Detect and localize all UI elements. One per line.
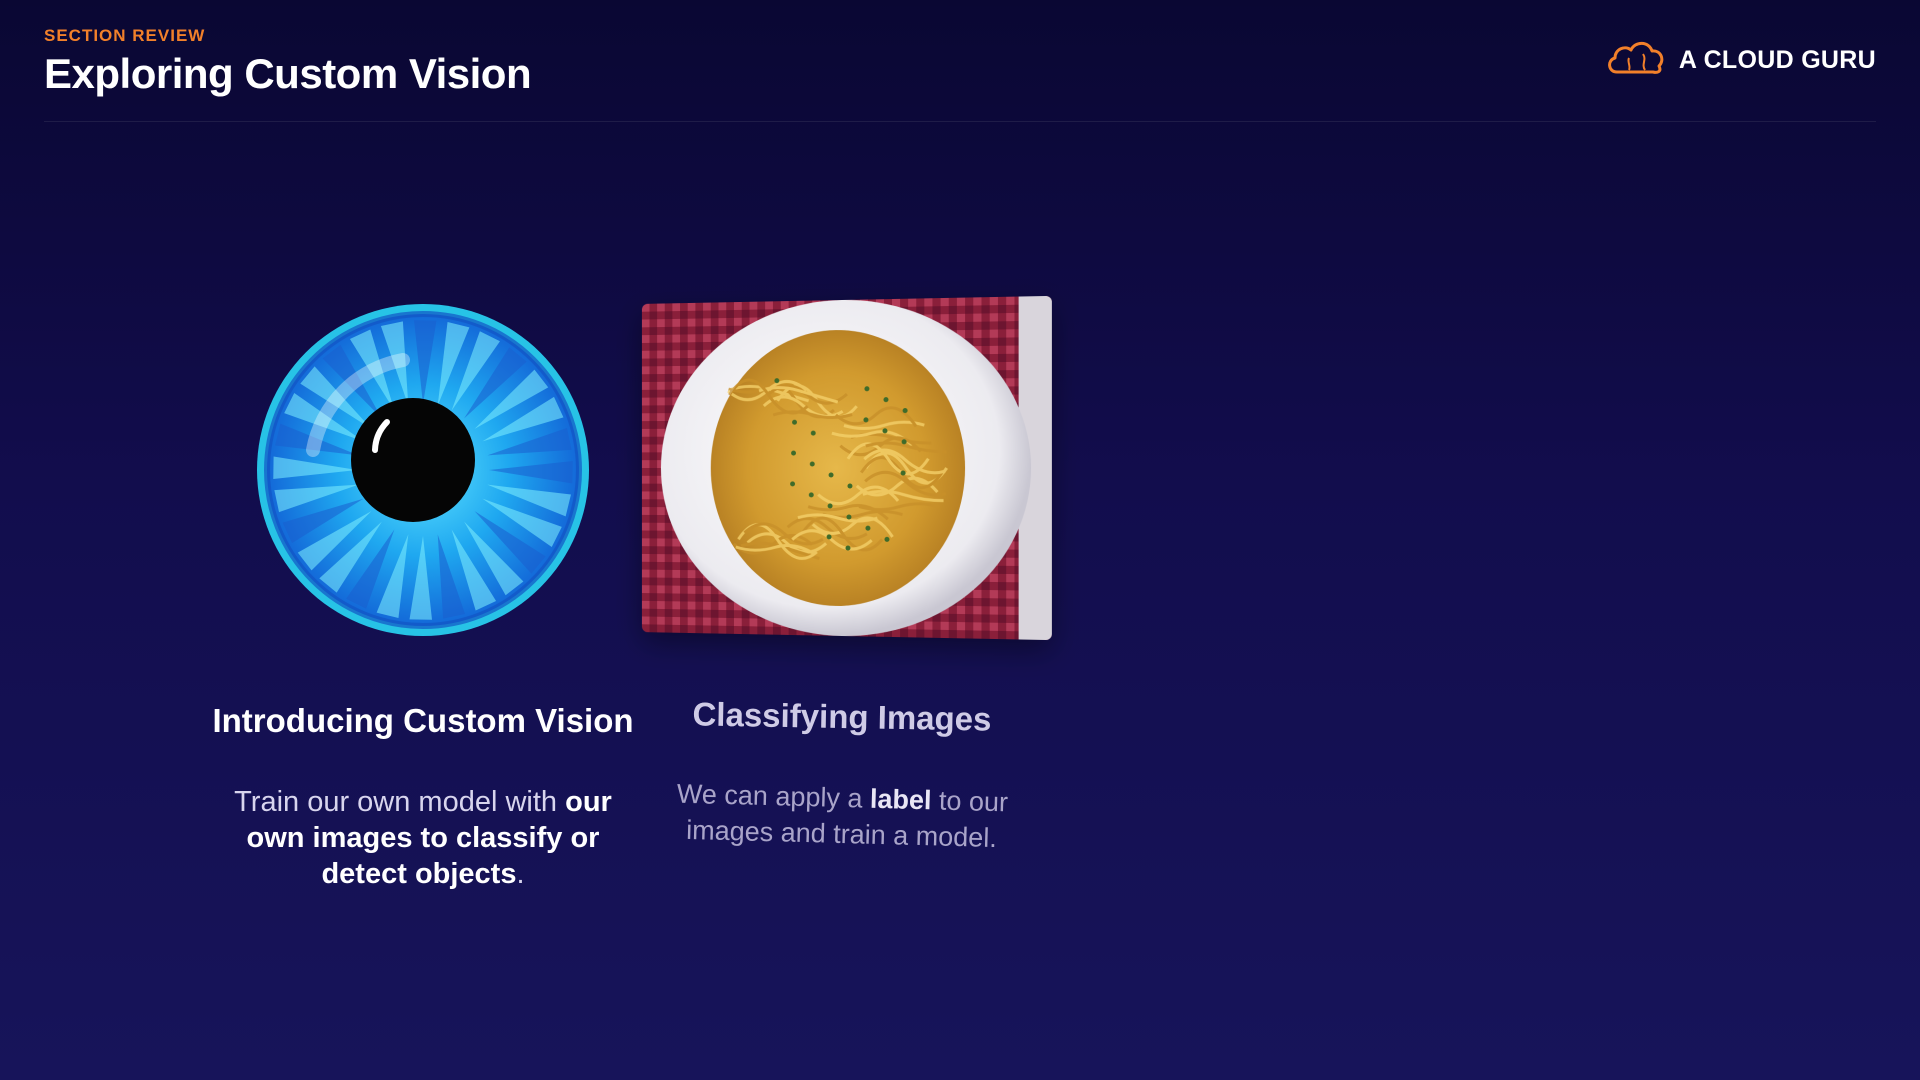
slide-title: Exploring Custom Vision: [44, 50, 532, 97]
card-heading: Classifying Images: [692, 695, 992, 738]
body-text: We can apply a: [676, 778, 871, 814]
body-text: Train our own model with: [234, 786, 566, 818]
brand-name: A CLOUD GURU: [1678, 46, 1876, 74]
card-classifying-images: Classifying Images We can apply a label …: [630, 295, 1054, 853]
slide-header: SECTION REVIEW Exploring Custom Vision: [44, 26, 532, 98]
cloud-logo-icon: [1605, 38, 1667, 83]
body-text-end: .: [516, 858, 525, 890]
body-emphasis: label: [869, 783, 932, 816]
brand-logo: A CLOUD GURU: [1605, 38, 1876, 83]
spaghetti-plate-image: [641, 295, 1052, 641]
card-description: We can apply a label to our images and t…: [671, 776, 1013, 857]
section-eyebrow: SECTION REVIEW: [44, 26, 206, 45]
card-heading: Introducing Custom Vision: [212, 702, 634, 739]
header-divider: [44, 121, 1876, 122]
eye-icon: [253, 300, 593, 640]
card-description: Train our own model with our own images …: [213, 784, 633, 892]
card-introducing-custom-vision: Introducing Custom Vision Train our own …: [190, 300, 656, 892]
